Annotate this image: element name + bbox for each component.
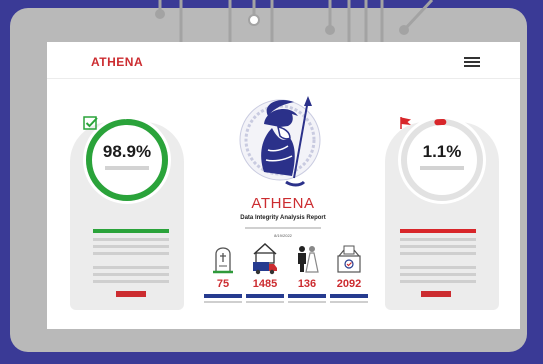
integrity-percent: 98.9%: [102, 142, 152, 161]
report-title: ATHENA: [251, 195, 315, 212]
moving-truck-house-icon: [253, 242, 277, 275]
stat-votes[interactable]: 2092: [330, 240, 368, 303]
stat-deceased-value: 75: [216, 278, 230, 290]
anomaly-accent-bar: [400, 229, 476, 233]
anomaly-details-button[interactable]: [421, 291, 451, 297]
text-line: [400, 238, 476, 241]
report-subtitle: Data Integrity Analysis Report: [240, 215, 326, 221]
gauge-divider: [420, 166, 464, 170]
anomaly-percent: 1.1%: [422, 142, 462, 161]
top-navbar: ATHENA: [47, 42, 520, 79]
stat-moved[interactable]: 1485: [246, 240, 284, 303]
stat-accent-bar: [330, 294, 368, 298]
text-line: [93, 266, 169, 269]
text-line: [93, 273, 169, 276]
text-line: [400, 273, 476, 276]
gravestone-icon: [213, 247, 233, 274]
report-date: 8/19/2022: [274, 233, 292, 238]
stat-divider: [204, 301, 242, 303]
stat-divider: [288, 301, 326, 303]
integrity-gauge: 98.9%: [83, 116, 171, 204]
subtitle-underline: [245, 227, 321, 229]
ballot-box-icon: [337, 245, 361, 273]
athena-emblem-icon: [239, 96, 321, 187]
text-line: [93, 238, 169, 241]
hamburger-menu-icon[interactable]: [464, 57, 480, 67]
stat-accent-bar: [246, 294, 284, 298]
integrity-details-button[interactable]: [116, 291, 146, 297]
stat-accent-bar: [204, 294, 242, 298]
stat-married-value: 136: [297, 278, 317, 290]
text-line: [93, 245, 169, 248]
app-screen: ATHENA 98.9% 1.1% ATHENA Data Integrity …: [47, 42, 520, 329]
text-line: [400, 280, 476, 283]
stat-moved-value: 1485: [252, 278, 278, 290]
couple-icon: [298, 246, 319, 273]
text-line: [93, 252, 169, 255]
text-line: [93, 280, 169, 283]
stat-deceased[interactable]: 75: [204, 240, 242, 303]
checkbox-check-icon: [83, 116, 98, 130]
text-line: [400, 266, 476, 269]
text-line: [400, 245, 476, 248]
text-line: [400, 252, 476, 255]
integrity-accent-bar: [93, 229, 169, 233]
stat-votes-value: 2092: [336, 278, 362, 290]
stat-divider: [246, 301, 284, 303]
integrity-card: 98.9%: [70, 116, 184, 310]
stat-married[interactable]: 136: [288, 240, 326, 303]
red-flag-icon: [400, 117, 411, 129]
anomaly-gauge: 1.1%: [398, 116, 486, 204]
brand-logo-text[interactable]: ATHENA: [91, 55, 143, 69]
gauge-divider: [105, 166, 149, 170]
stat-accent-bar: [288, 294, 326, 298]
anomaly-card: 1.1%: [385, 116, 499, 310]
stat-divider: [330, 301, 368, 303]
